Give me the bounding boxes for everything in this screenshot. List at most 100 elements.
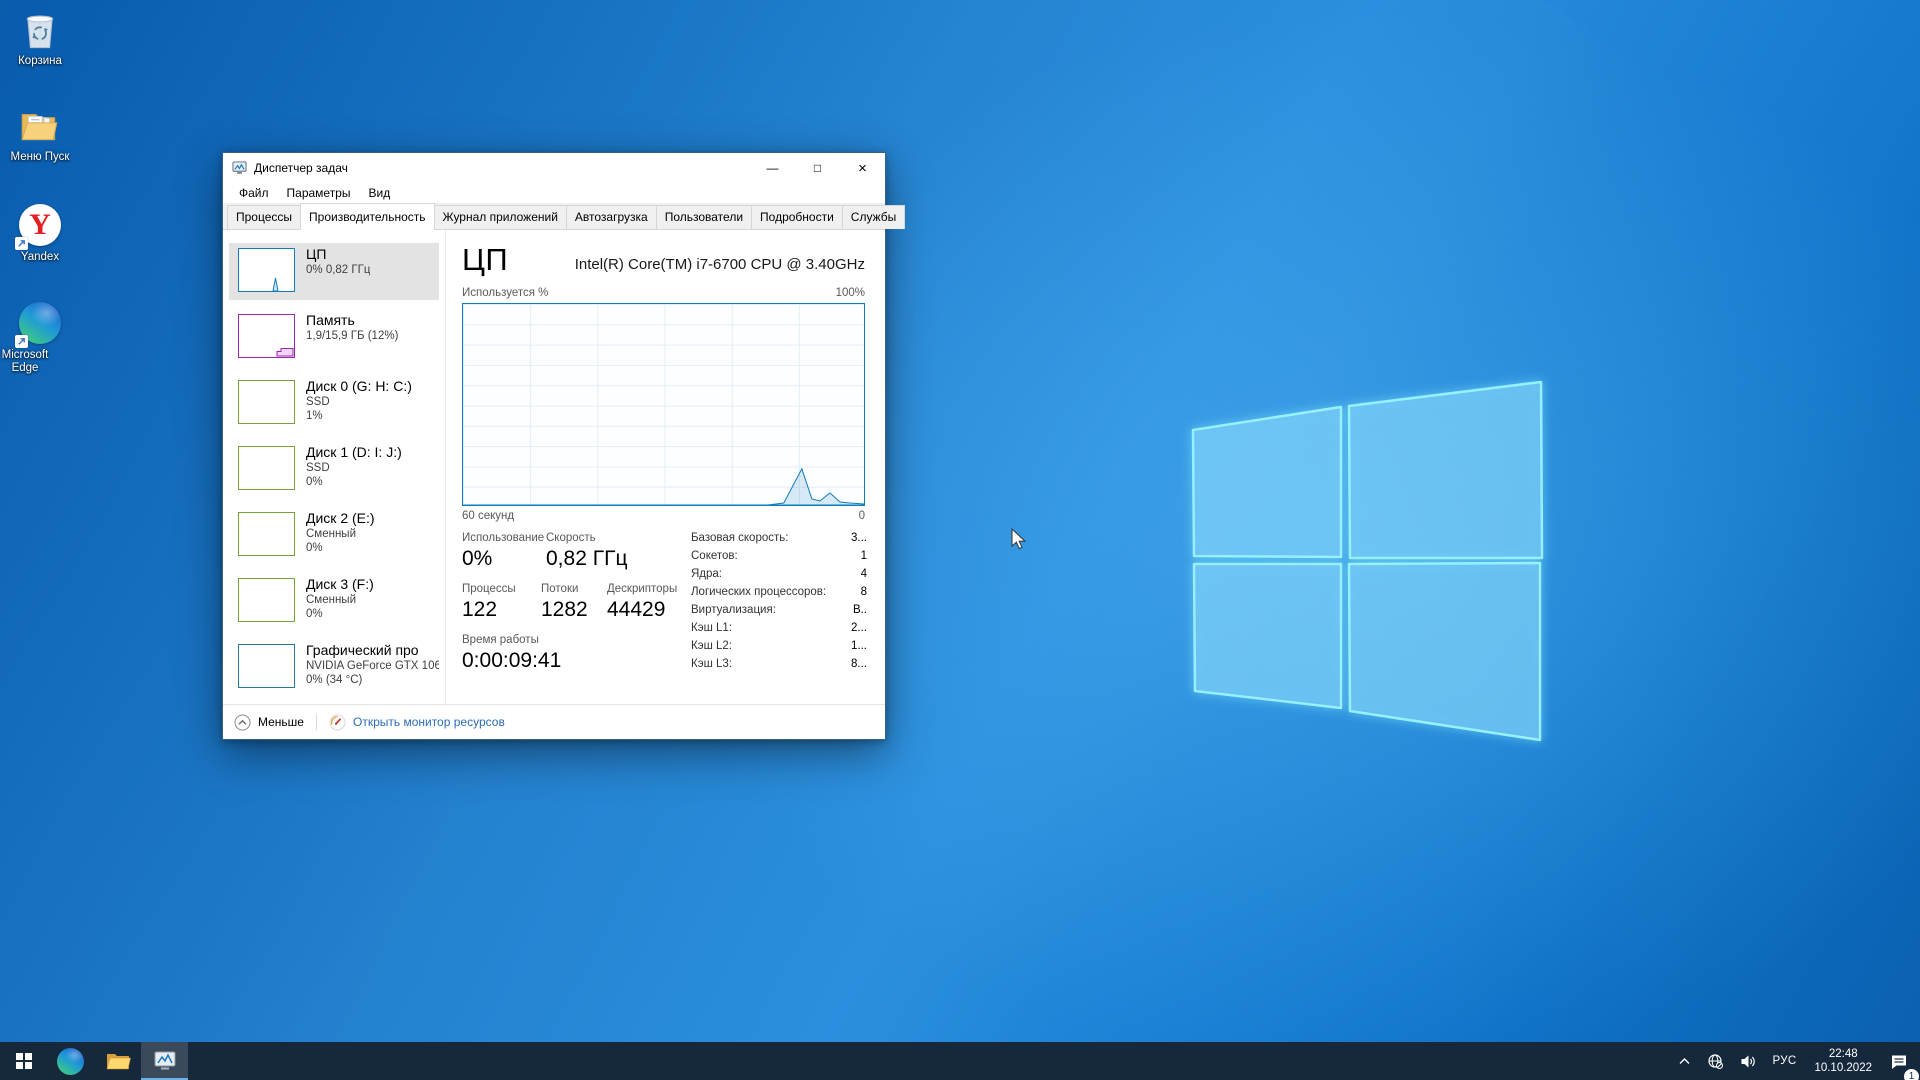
open-resource-monitor-link[interactable]: Открыть монитор ресурсов [329, 714, 505, 731]
x-axis-left-label: 60 секунд [462, 510, 514, 522]
cpu-mini-chart [238, 248, 295, 292]
cpu-panel-title: ЦП [462, 242, 508, 278]
sidebar-item-sub: Сменный [306, 593, 374, 607]
resource-monitor-label: Открыть монитор ресурсов [353, 715, 505, 729]
sidebar-item-title: ЦП [306, 245, 370, 263]
gpu-mini-chart [238, 644, 295, 688]
notification-count-badge: 1 [1904, 1069, 1919, 1080]
shortcut-arrow-icon [15, 335, 28, 348]
task-manager-window: Диспетчер задач — □ × Файл Параметры Вид… [222, 152, 886, 740]
microsoft-edge-icon [17, 302, 63, 346]
sidebar-item-disk0[interactable]: Диск 0 (G: H: C:) SSD 1% [229, 375, 439, 432]
sidebar-item-disk3[interactable]: Диск 3 (F:) Сменный 0% [229, 573, 439, 630]
tray-date: 10.10.2022 [1814, 1061, 1872, 1075]
title-bar[interactable]: Диспетчер задач — □ × [223, 153, 885, 183]
notifications-button[interactable]: 1 [1884, 1042, 1914, 1080]
sidebar-item-sub: SSD [306, 461, 402, 475]
taskbar-file-explorer-button[interactable] [94, 1042, 141, 1080]
menu-options[interactable]: Параметры [278, 183, 360, 203]
taskbar-edge-button[interactable] [47, 1042, 94, 1080]
desktop-icon-start-menu-folder[interactable]: Меню Пуск [2, 104, 78, 164]
disk2-mini-chart [238, 512, 295, 556]
taskbar: РУС 22:48 10.10.2022 1 [0, 1042, 1920, 1080]
sidebar-item-sub: 0% [306, 607, 374, 621]
footer-separator [316, 714, 317, 730]
recycle-bin-icon [18, 8, 62, 52]
disk3-mini-chart [238, 578, 295, 622]
language-indicator[interactable]: РУС [1767, 1042, 1803, 1080]
detail-logical-processors: Логических процессоров: 8 [691, 586, 867, 604]
graph-top-axis: Используется % 100% [462, 287, 865, 299]
fewer-details-button[interactable]: Меньше [234, 714, 304, 731]
tray-time: 22:48 [1829, 1047, 1858, 1061]
window-footer: Меньше Открыть монитор ресурсов [223, 704, 885, 739]
file-explorer-icon [105, 1050, 131, 1072]
yandex-browser-icon: Y [17, 204, 63, 248]
detail-l3-cache: Кэш L3: 8... [691, 658, 867, 676]
start-button[interactable] [0, 1042, 47, 1080]
disk1-mini-chart [238, 446, 295, 490]
system-tray: РУС 22:48 10.10.2022 1 [1672, 1042, 1920, 1080]
stat-utilization: Использование 0% [462, 532, 544, 572]
stat-handles: Дескрипторы 44429 [607, 583, 677, 623]
maximize-button[interactable]: □ [795, 153, 840, 183]
detail-base-speed: Базовая скорость: 3... [691, 532, 867, 550]
desktop: Корзина Меню Пуск Y Yandex [0, 0, 1920, 1080]
sidebar-item-sub: 1% [306, 409, 412, 423]
memory-mini-chart [238, 314, 295, 358]
desktop-icon-recycle-bin[interactable]: Корзина [2, 8, 78, 68]
tab-performance[interactable]: Производительность [300, 203, 434, 230]
menu-file[interactable]: Файл [230, 183, 278, 203]
sidebar-item-cpu[interactable]: ЦП 0% 0,82 ГГц [229, 243, 439, 300]
volume-icon[interactable] [1734, 1042, 1763, 1080]
sidebar-item-disk2[interactable]: Диск 2 (E:) Сменный 0% [229, 507, 439, 564]
y-axis-max-label: 100% [836, 287, 865, 299]
taskbar-clock[interactable]: 22:48 10.10.2022 [1806, 1047, 1880, 1075]
tab-processes[interactable]: Процессы [227, 205, 301, 229]
sidebar-item-sub: NVIDIA GeForce GTX 106 [306, 659, 439, 673]
resource-monitor-icon [329, 714, 346, 731]
sidebar-item-memory[interactable]: Память 1,9/15,9 ГБ (12%) [229, 309, 439, 366]
performance-sidebar: ЦП 0% 0,82 ГГц Память 1,9/15,9 ГБ (12%) [223, 230, 446, 704]
desktop-icon-yandex[interactable]: Y Yandex [2, 204, 78, 264]
notifications-icon [1890, 1053, 1908, 1070]
tab-details[interactable]: Подробности [751, 205, 843, 229]
sidebar-item-sub: 0% 0,82 ГГц [306, 263, 370, 277]
stat-speed: Скорость 0,82 ГГц [546, 532, 627, 572]
detail-virtualization: Виртуализация: В.. [691, 604, 867, 622]
detail-l2-cache: Кэш L2: 1... [691, 640, 867, 658]
menu-view[interactable]: Вид [359, 183, 399, 203]
sidebar-item-gpu[interactable]: Графический про NVIDIA GeForce GTX 106 0… [229, 639, 439, 696]
close-button[interactable]: × [840, 153, 885, 183]
stat-processes: Процессы 122 [462, 583, 516, 623]
sidebar-item-title: Диск 0 (G: H: C:) [306, 377, 412, 395]
desktop-icon-microsoft-edge[interactable]: Microsoft Edge [2, 302, 78, 375]
sidebar-item-sub: 0% (34 °C) [306, 673, 439, 687]
stat-uptime: Время работы 0:00:09:41 [462, 634, 561, 674]
detail-l1-cache: Кэш L1: 2... [691, 622, 867, 640]
minimize-button[interactable]: — [750, 153, 795, 183]
disk0-mini-chart [238, 380, 295, 424]
tab-users[interactable]: Пользователи [656, 205, 752, 229]
tab-startup[interactable]: Автозагрузка [566, 205, 657, 229]
sidebar-item-title: Диск 1 (D: I: J:) [306, 443, 402, 461]
desktop-icon-label: Корзина [2, 55, 78, 68]
y-axis-label: Используется % [462, 287, 548, 299]
menu-bar: Файл Параметры Вид [223, 183, 885, 203]
cpu-model-name: Intel(R) Core(TM) i7-6700 CPU @ 3.40GHz [575, 256, 865, 273]
tab-strip: Процессы Производительность Журнал прило… [223, 203, 885, 230]
mouse-cursor [1010, 528, 1032, 552]
detail-sockets: Сокетов: 1 [691, 550, 867, 568]
detail-cores: Ядра: 4 [691, 568, 867, 586]
taskbar-task-manager-button[interactable] [141, 1042, 188, 1080]
sidebar-item-disk1[interactable]: Диск 1 (D: I: J:) SSD 0% [229, 441, 439, 498]
sidebar-item-sub: 0% [306, 475, 402, 489]
tab-app-history[interactable]: Журнал приложений [434, 205, 567, 229]
tab-services[interactable]: Службы [842, 205, 905, 229]
task-manager-icon [153, 1050, 177, 1072]
sidebar-item-sub: SSD [306, 395, 412, 409]
shortcut-arrow-icon [15, 237, 28, 250]
network-globe-icon[interactable] [1701, 1042, 1730, 1080]
tray-chevron-up-icon[interactable] [1672, 1042, 1697, 1080]
task-manager-app-icon [232, 161, 247, 175]
